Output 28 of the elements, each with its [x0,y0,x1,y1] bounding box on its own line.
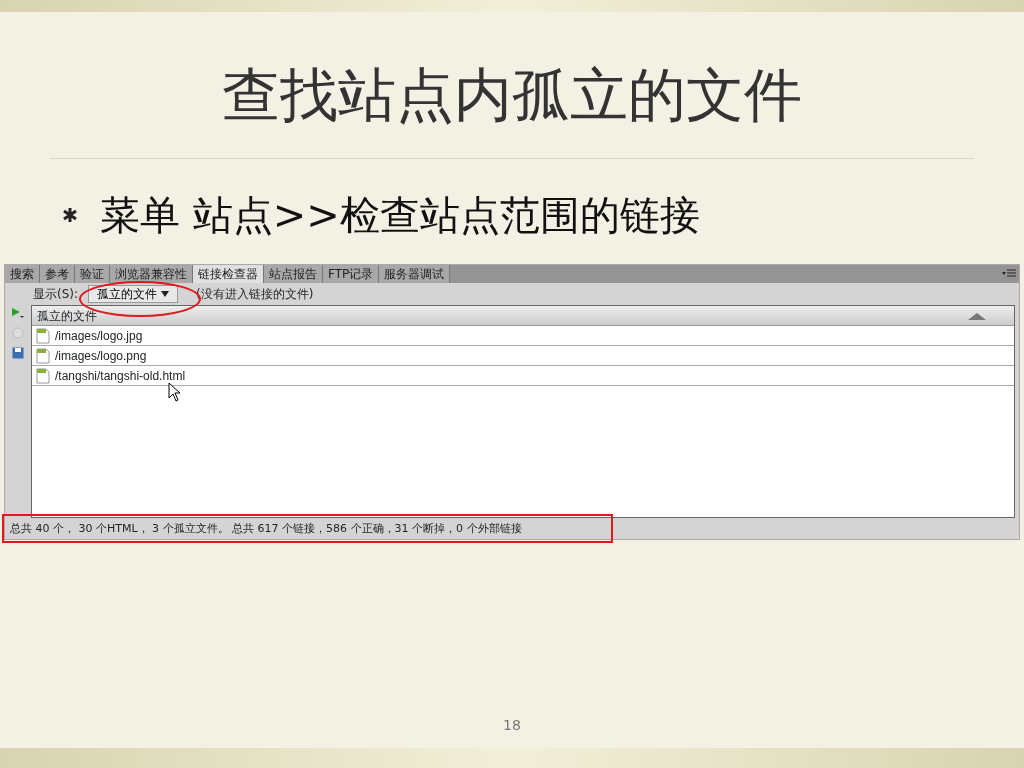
panel-tab[interactable]: 服务器调试 [379,265,451,283]
panel-tab[interactable]: 链接检查器 [193,265,264,283]
bullet-text: 菜单 站点>>检查站点范围的链接 [100,191,700,240]
panel-tab[interactable]: 浏览器兼容性 [110,265,193,283]
slide-title: 查找站点内孤立的文件 [222,61,802,129]
run-icon[interactable] [11,307,25,319]
file-icon [35,327,51,344]
panel-tab[interactable]: 搜索 [5,265,40,283]
panel-tab[interactable]: 验证 [75,265,110,283]
file-icon [35,347,51,364]
panel-tab[interactable]: FTP记录 [323,265,380,283]
save-icon[interactable] [12,347,24,359]
cursor-icon [168,382,182,402]
file-path[interactable]: /tangshi/tangshi-old.html [55,365,186,386]
file-icon [35,367,51,384]
show-dropdown[interactable]: 孤立的文件 [88,285,179,303]
panel-tab[interactable]: 参考 [40,265,75,283]
column-header[interactable]: 孤立的文件 [37,306,97,325]
caret-icon [161,291,170,297]
page-number: 18 [503,717,521,733]
panel-menu-icon[interactable] [1002,269,1016,279]
panel-tab[interactable]: 站点报告 [264,265,323,283]
bullet-icon [62,207,78,223]
file-path[interactable]: /images/logo.jpg [55,325,143,346]
show-label: 显示(S): [33,286,79,303]
status-text: 总共 40 个， 30 个HTML， 3 个孤立文件。 总共 617 个链接，586 个正确，31 个断掉，0 个外部链接 [10,522,522,535]
sort-icon[interactable] [968,312,986,320]
file-path[interactable]: /images/logo.png [55,345,147,366]
